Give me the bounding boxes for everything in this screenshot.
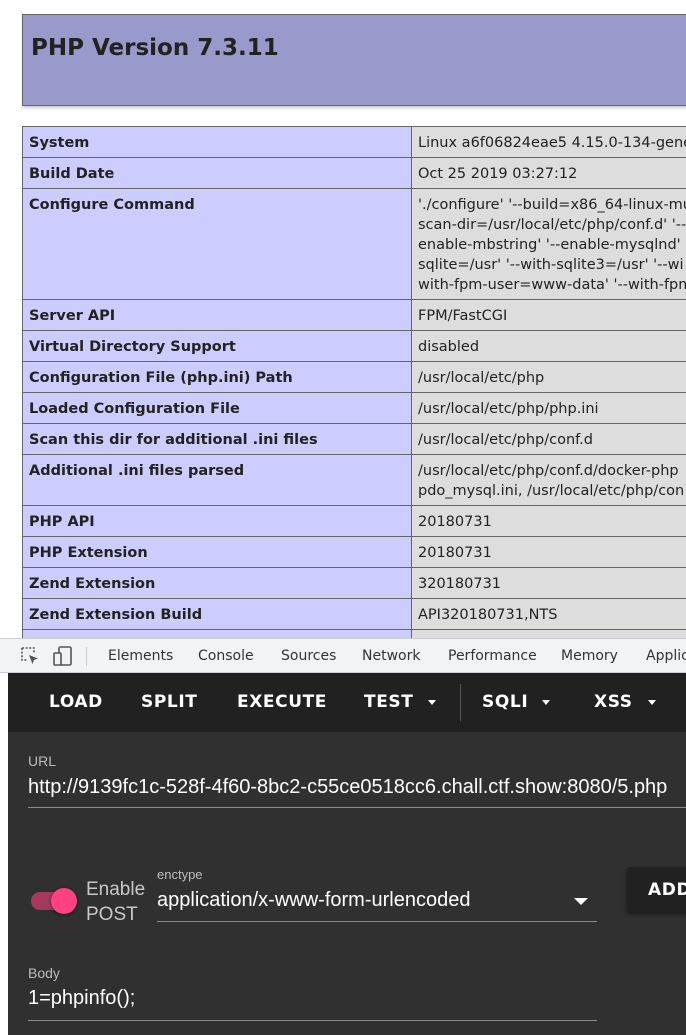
php-info-value: /usr/local/etc/php/php.ini bbox=[411, 392, 686, 424]
execute-button[interactable]: EXECUTE bbox=[237, 692, 327, 712]
devtools-tab-bar: Elements Console Sources Network Perform… bbox=[0, 638, 686, 673]
php-info-key: Configuration File (php.ini) Path bbox=[22, 361, 412, 393]
php-info-row: Build Date Oct 25 2019 03:27:12 bbox=[22, 157, 686, 189]
php-info-key: Additional .ini files parsed bbox=[22, 454, 412, 506]
url-label: URL bbox=[28, 753, 57, 769]
php-info-value: 20180731 bbox=[411, 505, 686, 537]
php-info-value: 320180731 bbox=[411, 567, 686, 599]
php-info-row: Scan this dir for additional .ini files /… bbox=[22, 423, 686, 455]
php-info-value: './configure' '--build=x86_64-linux-mu s… bbox=[411, 188, 686, 300]
php-info-key: Virtual Directory Support bbox=[22, 330, 412, 362]
php-info-row: Loaded Configuration File/usr/local/etc/… bbox=[22, 392, 686, 424]
php-info-row: System Linux a6f06824eae5 4.15.0-134-gene… bbox=[22, 126, 686, 158]
enctype-select[interactable]: application/x-www-form-urlencoded bbox=[157, 889, 470, 912]
tab-application[interactable]: Applic bbox=[646, 648, 686, 664]
php-info-value bbox=[411, 629, 686, 638]
toolbar-divider bbox=[86, 647, 87, 666]
phpinfo-page: PHP Version 7.3.11 System Linux a6f06824e… bbox=[0, 0, 686, 638]
hackbar-panel: LOAD SPLIT EXECUTE TEST SQLI XSS URL htt… bbox=[8, 673, 686, 1035]
php-info-value: Linux a6f06824eae5 4.15.0-134-generic bbox=[411, 126, 686, 158]
toolbar-divider bbox=[460, 684, 461, 721]
php-info-key: Server API bbox=[22, 299, 412, 331]
php-info-value: /usr/local/etc/php bbox=[411, 361, 686, 393]
tab-performance[interactable]: Performance bbox=[448, 648, 537, 664]
php-version-title: PHP Version 7.3.11 bbox=[31, 35, 279, 61]
php-info-row: PHP Extension 20180731 bbox=[22, 536, 686, 568]
php-info-row: Additional .ini files parsed/usr/local/e… bbox=[22, 454, 686, 506]
enable-post-label: Enable POST bbox=[86, 877, 145, 927]
split-button[interactable]: SPLIT bbox=[141, 692, 197, 712]
php-info-key: Loaded Configuration File bbox=[22, 392, 412, 424]
php-info-key: PHP API bbox=[22, 505, 412, 537]
hackbar-toolbar: LOAD SPLIT EXECUTE TEST SQLI XSS bbox=[8, 673, 686, 732]
tab-memory[interactable]: Memory bbox=[561, 648, 618, 664]
php-info-row: Zend Extension Build API320180731,NTS bbox=[22, 598, 686, 630]
device-toolbar-icon[interactable] bbox=[52, 645, 74, 667]
sqli-menu-button[interactable]: SQLI bbox=[482, 692, 528, 712]
php-info-value: /usr/local/etc/php/conf.d bbox=[411, 423, 686, 455]
php-info-key: System bbox=[22, 126, 412, 158]
tab-console[interactable]: Console bbox=[198, 648, 254, 664]
url-input[interactable]: http://9139fc1c-528f-4f60-8bc2-c55ce0518… bbox=[28, 776, 667, 799]
php-info-row bbox=[22, 629, 686, 638]
php-info-value: /usr/local/etc/php/conf.d/docker-php pdo… bbox=[411, 454, 686, 506]
php-info-key: Zend Extension bbox=[22, 567, 412, 599]
body-label: Body bbox=[28, 965, 60, 981]
php-info-key: Scan this dir for additional .ini files bbox=[22, 423, 412, 455]
php-info-value: API320180731,NTS bbox=[411, 598, 686, 630]
tab-network[interactable]: Network bbox=[362, 648, 420, 664]
chevron-down-icon bbox=[542, 700, 550, 705]
php-info-row: PHP API 20180731 bbox=[22, 505, 686, 537]
enctype-label: enctype bbox=[157, 867, 203, 882]
php-info-row: Configure Command './configure' '--build=… bbox=[22, 188, 686, 300]
php-info-row: Configuration File (php.ini) Path/usr/lo… bbox=[22, 361, 686, 393]
inspect-element-icon[interactable] bbox=[19, 645, 41, 667]
php-version-header: PHP Version 7.3.11 bbox=[22, 14, 686, 106]
enctype-underline bbox=[157, 921, 597, 922]
body-input[interactable]: 1=phpinfo(); bbox=[28, 987, 135, 1010]
chevron-down-icon bbox=[428, 700, 436, 705]
tab-elements[interactable]: Elements bbox=[108, 648, 173, 664]
enable-post-label-line2: POST bbox=[86, 904, 138, 925]
toggle-knob[interactable] bbox=[51, 888, 77, 914]
load-button[interactable]: LOAD bbox=[49, 692, 103, 712]
php-info-value: disabled bbox=[411, 330, 686, 362]
chevron-down-icon bbox=[648, 700, 656, 705]
php-info-row: Virtual Directory Support disabled bbox=[22, 330, 686, 362]
body-underline bbox=[28, 1020, 597, 1021]
add-button[interactable]: ADD bbox=[627, 867, 686, 912]
test-menu-button[interactable]: TEST bbox=[364, 692, 413, 712]
php-info-row: Server API FPM/FastCGI bbox=[22, 299, 686, 331]
chevron-down-icon[interactable] bbox=[574, 898, 588, 905]
php-info-key: Zend Extension Build bbox=[22, 598, 412, 630]
url-underline bbox=[28, 807, 686, 808]
php-info-value: Oct 25 2019 03:27:12 bbox=[411, 157, 686, 189]
php-info-key: PHP Extension bbox=[22, 536, 412, 568]
xss-menu-button[interactable]: XSS bbox=[594, 692, 633, 712]
tab-sources[interactable]: Sources bbox=[281, 648, 336, 664]
enable-post-label-line1: Enable bbox=[86, 879, 146, 900]
php-info-key: Configure Command bbox=[22, 188, 412, 300]
php-info-key bbox=[22, 629, 412, 638]
php-info-row: Zend Extension 320180731 bbox=[22, 567, 686, 599]
php-info-key: Build Date bbox=[22, 157, 412, 189]
php-info-value: FPM/FastCGI bbox=[411, 299, 686, 331]
php-info-value: 20180731 bbox=[411, 536, 686, 568]
php-info-table: System Linux a6f06824eae5 4.15.0-134-gene… bbox=[22, 126, 686, 638]
